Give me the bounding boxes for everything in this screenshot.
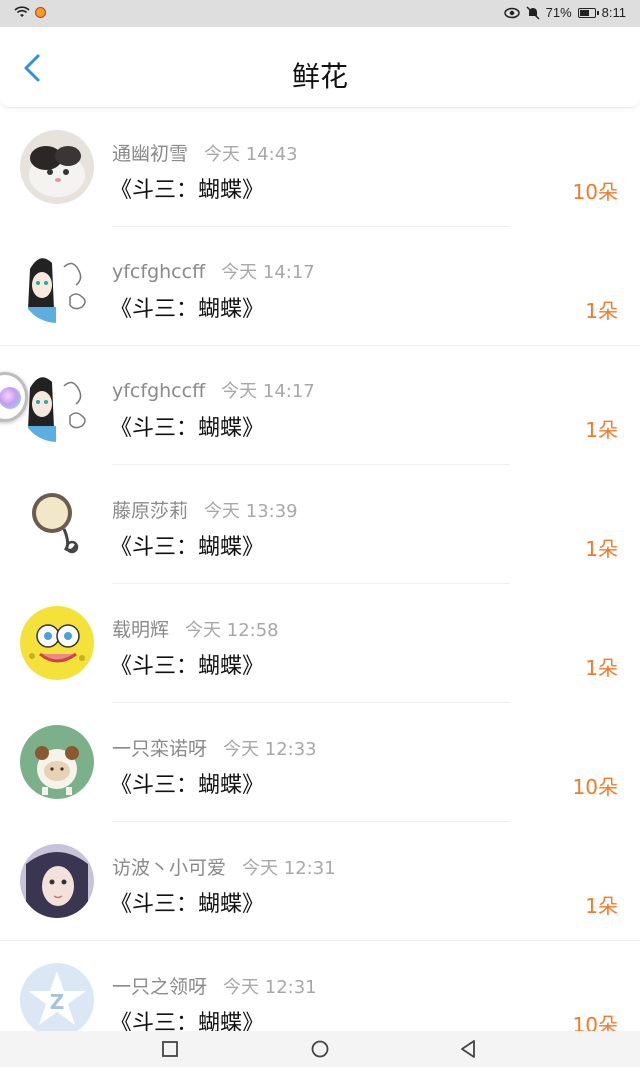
sender-name[interactable]: 藤原莎莉	[112, 500, 188, 522]
sender-line: 一只之领呀 今天 12:31	[112, 972, 317, 999]
clock: 8:11	[601, 5, 626, 20]
notification-icon	[35, 6, 46, 18]
sender-line: yfcfghccff 今天 14:17	[112, 377, 315, 403]
avatar[interactable]	[20, 130, 94, 204]
send-time: 今天 13:39	[204, 501, 298, 522]
app-header: 鲜花	[0, 27, 640, 108]
system-nav-bar	[0, 1031, 640, 1067]
sender-line: 藤原莎莉 今天 13:39	[112, 496, 298, 523]
avatar[interactable]	[20, 606, 94, 680]
sender-line: yfcfghccff 今天 14:17	[112, 258, 315, 284]
sender-name[interactable]: yfcfghccff	[112, 380, 205, 402]
send-time: 今天 12:33	[223, 739, 317, 760]
flower-count: 1朵	[585, 418, 618, 442]
sender-name[interactable]: yfcfghccff	[112, 261, 205, 283]
list-item[interactable]: 通幽初雪 今天 14:43 《斗三：蝴蝶》 10朵	[0, 108, 640, 227]
battery-icon	[577, 7, 599, 18]
list-item[interactable]: yfcfghccff 今天 14:17 《斗三：蝴蝶》 1朵	[0, 227, 640, 346]
avatar[interactable]: Z	[20, 963, 94, 1037]
send-time: 今天 14:17	[221, 381, 315, 402]
list-item[interactable]: 藤原莎莉 今天 13:39 《斗三：蝴蝶》 1朵	[0, 465, 640, 584]
sender-name[interactable]: 载明辉	[112, 619, 169, 641]
sender-line: 通幽初雪 今天 14:43	[112, 139, 298, 166]
send-time: 今天 12:31	[242, 858, 336, 879]
home-icon[interactable]	[308, 1037, 332, 1061]
sender-line: 访波丶小可爱 今天 12:31	[112, 853, 336, 880]
flower-count: 1朵	[585, 656, 618, 680]
sender-line: 一只栾诺呀 今天 12:33	[112, 734, 317, 761]
svg-text:Z: Z	[50, 990, 65, 1014]
book-title[interactable]: 《斗三：蝴蝶》	[110, 172, 264, 204]
flower-count: 1朵	[585, 537, 618, 561]
status-right: 71% 8:11	[503, 5, 626, 20]
page-title: 鲜花	[291, 60, 348, 93]
avatar[interactable]	[20, 844, 94, 918]
book-title[interactable]: 《斗三：蝴蝶》	[110, 410, 264, 442]
sender-name[interactable]: 一只栾诺呀	[112, 738, 207, 760]
book-title[interactable]: 《斗三：蝴蝶》	[110, 291, 264, 323]
list-item[interactable]: 访波丶小可爱 今天 12:31 《斗三：蝴蝶》 1朵	[0, 822, 640, 941]
flower-icon	[0, 387, 21, 409]
eye-icon	[503, 7, 520, 18]
send-time: 今天 14:43	[204, 144, 298, 165]
send-time: 今天 12:58	[185, 620, 279, 641]
book-title[interactable]: 《斗三：蝴蝶》	[110, 529, 264, 561]
list-item[interactable]: yfcfghccff 今天 14:17 《斗三：蝴蝶》 1朵	[0, 346, 640, 465]
flower-count: 10朵	[572, 180, 618, 204]
sender-name[interactable]: 访波丶小可爱	[112, 857, 226, 879]
sender-line: 载明辉 今天 12:58	[112, 615, 279, 642]
book-title[interactable]: 《斗三：蝴蝶》	[110, 767, 264, 799]
status-left	[14, 6, 46, 18]
list-item[interactable]: 一只栾诺呀 今天 12:33 《斗三：蝴蝶》 10朵	[0, 703, 640, 822]
status-bar: 71% 8:11	[0, 0, 640, 27]
back-triangle-icon[interactable]	[457, 1037, 481, 1061]
battery-percent: 71%	[545, 5, 572, 20]
recent-apps-icon[interactable]	[158, 1037, 182, 1061]
send-time: 今天 12:31	[223, 977, 317, 998]
avatar[interactable]	[20, 368, 94, 442]
list-item[interactable]: 载明辉 今天 12:58 《斗三：蝴蝶》 1朵	[0, 584, 640, 703]
flower-record-list: 通幽初雪 今天 14:43 《斗三：蝴蝶》 10朵 yfcfghccff 今天 14…	[0, 108, 640, 1060]
avatar[interactable]	[20, 725, 94, 799]
wifi-icon	[14, 6, 30, 17]
flower-count: 1朵	[585, 299, 618, 323]
send-time: 今天 14:17	[221, 262, 315, 283]
avatar[interactable]	[20, 249, 94, 323]
book-title[interactable]: 《斗三：蝴蝶》	[110, 886, 264, 918]
flower-count: 10朵	[572, 775, 618, 799]
book-title[interactable]: 《斗三：蝴蝶》	[110, 648, 264, 680]
avatar[interactable]	[20, 487, 94, 561]
sender-name[interactable]: 通幽初雪	[112, 143, 188, 165]
mute-icon	[526, 5, 540, 20]
sender-name[interactable]: 一只之领呀	[112, 976, 207, 998]
flower-count: 1朵	[585, 894, 618, 918]
